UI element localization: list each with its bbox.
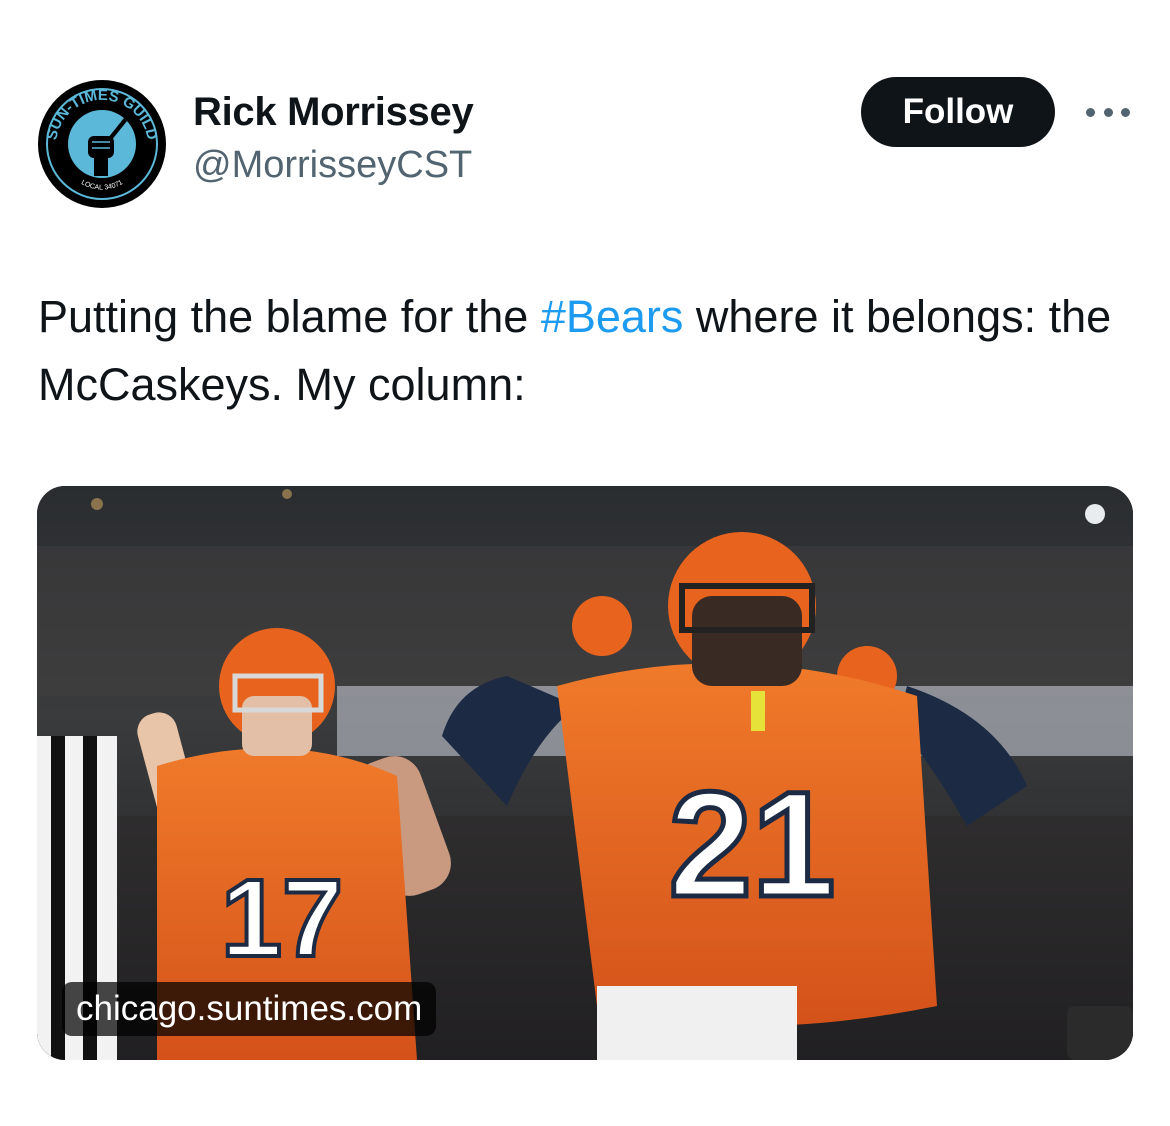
football-celebration-photo: 17 21 [37, 486, 1133, 1060]
tweet-text: Putting the blame for the #Bears where i… [38, 283, 1128, 419]
jersey-number-21: 21 [669, 760, 836, 928]
link-domain-badge: chicago.suntimes.com [62, 982, 437, 1036]
avatar[interactable]: SUN-TIMES GUILD LOCAL 34071 [38, 80, 166, 208]
more-dot [1121, 107, 1130, 117]
author-handle[interactable]: @MorrisseyCST [193, 144, 472, 187]
follow-button[interactable]: Follow [861, 77, 1055, 147]
author-display-name[interactable]: Rick Morrissey [193, 90, 474, 135]
more-dot [1086, 107, 1095, 117]
more-dot [1103, 107, 1113, 117]
hashtag-link[interactable]: #Bears [541, 291, 684, 342]
sun-times-guild-logo-icon: SUN-TIMES GUILD LOCAL 34071 [42, 84, 162, 204]
tweet-text-before: Putting the blame for the [38, 291, 541, 342]
more-horizontal-icon[interactable] [1086, 100, 1130, 124]
jersey-number-17: 17 [221, 857, 343, 980]
link-card-image[interactable]: 17 21 chicago.suntimes.com [37, 486, 1133, 1060]
